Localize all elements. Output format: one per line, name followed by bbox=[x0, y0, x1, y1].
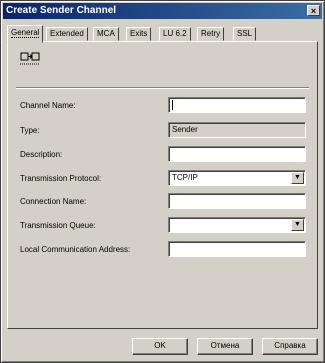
local-communication-address-field[interactable] bbox=[168, 241, 306, 257]
transmission-protocol-value: TCP/IP bbox=[172, 173, 198, 182]
title-bar[interactable]: Create Sender Channel × bbox=[3, 3, 322, 19]
tab-extended-label: Extended bbox=[50, 29, 84, 38]
transmission-protocol-label: Transmission Protocol: bbox=[20, 174, 102, 183]
create-sender-channel-dialog: Create Sender Channel × General Extended… bbox=[0, 0, 325, 363]
general-tab-panel: Channel Name: Type: Sender Description: … bbox=[7, 41, 318, 329]
tab-exits-label: Exits bbox=[130, 29, 148, 38]
local-communication-address-label: Local Communication Address: bbox=[20, 245, 131, 254]
close-icon: × bbox=[310, 6, 317, 16]
type-value: Sender bbox=[172, 125, 198, 134]
description-field[interactable] bbox=[168, 146, 306, 162]
tab-lu62-label: LU 6.2 bbox=[163, 29, 187, 38]
close-button[interactable]: × bbox=[307, 5, 320, 16]
tab-exits[interactable]: Exits bbox=[126, 27, 152, 41]
connection-name-label: Connection Name: bbox=[20, 197, 87, 206]
tab-strip: General Extended MCA Exits LU 6.2 Retry … bbox=[7, 25, 319, 43]
tab-general-label: General bbox=[11, 28, 40, 38]
transmission-queue-label: Transmission Queue: bbox=[20, 221, 96, 230]
tab-ssl-label: SSL bbox=[237, 29, 253, 38]
channel-name-label: Channel Name: bbox=[20, 101, 76, 110]
tab-mca[interactable]: MCA bbox=[93, 27, 119, 41]
chevron-down-icon[interactable]: ▼ bbox=[291, 219, 304, 231]
header-separator bbox=[16, 87, 309, 89]
description-label: Description: bbox=[20, 150, 63, 159]
ok-button[interactable]: OK bbox=[132, 338, 188, 355]
type-field: Sender bbox=[168, 122, 306, 138]
cancel-button[interactable]: Отмена bbox=[197, 338, 253, 355]
chevron-down-icon[interactable]: ▼ bbox=[291, 172, 304, 184]
text-caret bbox=[172, 100, 173, 110]
tab-retry[interactable]: Retry bbox=[197, 27, 225, 41]
help-button[interactable]: Справка bbox=[262, 338, 318, 355]
window-title: Create Sender Channel bbox=[6, 5, 117, 16]
channel-name-field[interactable] bbox=[168, 97, 306, 113]
tab-general[interactable]: General bbox=[7, 25, 44, 43]
tab-lu62[interactable]: LU 6.2 bbox=[159, 27, 191, 41]
tab-retry-label: Retry bbox=[201, 29, 221, 38]
transmission-protocol-select[interactable]: TCP/IP ▼ bbox=[168, 170, 306, 186]
tab-extended[interactable]: Extended bbox=[46, 27, 88, 41]
transmission-queue-select[interactable]: ▼ bbox=[168, 217, 306, 233]
type-label: Type: bbox=[20, 126, 40, 135]
tab-mca-label: MCA bbox=[97, 29, 115, 38]
tab-ssl[interactable]: SSL bbox=[233, 27, 257, 41]
channel-icon bbox=[20, 52, 40, 65]
connection-name-field[interactable] bbox=[168, 193, 306, 209]
